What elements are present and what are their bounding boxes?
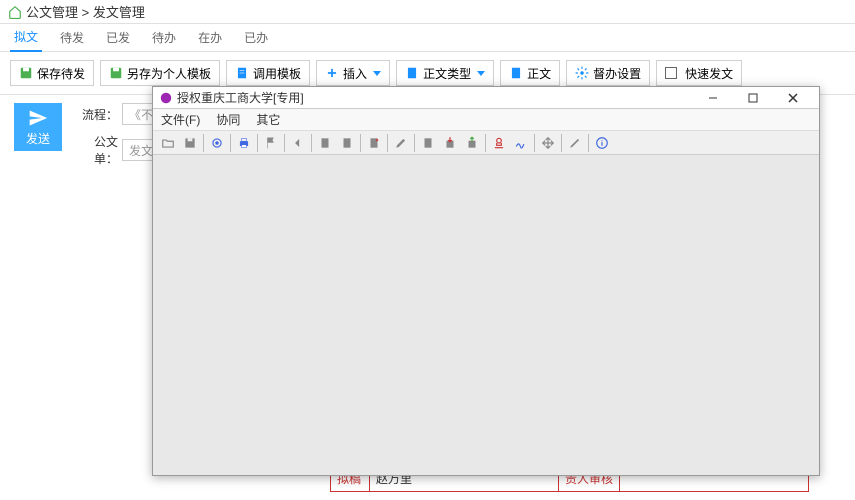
save-icon <box>109 66 123 80</box>
document-icon <box>235 66 249 80</box>
print-icon[interactable] <box>234 133 254 153</box>
open-icon[interactable] <box>158 133 178 153</box>
supervise-button[interactable]: 督办设置 <box>566 60 650 86</box>
home-icon <box>8 5 22 19</box>
minimize-button[interactable] <box>693 88 733 108</box>
breadcrumb: 公文管理 > 发文管理 <box>26 2 145 21</box>
doc2-icon[interactable] <box>337 133 357 153</box>
process-label: 流程： <box>74 106 122 123</box>
modal-title: 授权重庆工商大学[专用] <box>177 89 693 106</box>
menu-file[interactable]: 文件(F) <box>161 111 200 128</box>
flag-icon[interactable] <box>261 133 281 153</box>
sign-icon[interactable] <box>511 133 531 153</box>
plus-icon <box>325 66 339 80</box>
tab-done[interactable]: 已办 <box>240 23 272 51</box>
body-button[interactable]: 正文 <box>500 60 560 86</box>
chevron-down-icon <box>477 71 485 76</box>
send-icon <box>28 108 48 128</box>
menu-coord[interactable]: 协同 <box>216 111 240 128</box>
insert-button[interactable]: 插入 <box>316 60 390 86</box>
editor-canvas[interactable] <box>153 155 819 475</box>
docflag-icon[interactable] <box>364 133 384 153</box>
doc1-icon[interactable] <box>315 133 335 153</box>
save-as-template-button[interactable]: 另存为个人模板 <box>100 60 220 86</box>
body-type-button[interactable]: 正文类型 <box>396 60 494 86</box>
tab-draft[interactable]: 拟文 <box>10 22 42 52</box>
save-pending-button[interactable]: 保存待发 <box>10 60 94 86</box>
move-icon[interactable] <box>538 133 558 153</box>
save-icon[interactable] <box>180 133 200 153</box>
tabs-bar: 拟文 待发 已发 待办 在办 已办 <box>0 24 855 52</box>
target-icon[interactable] <box>207 133 227 153</box>
docin-icon[interactable] <box>440 133 460 153</box>
chevron-down-icon <box>373 71 381 76</box>
back-icon[interactable] <box>288 133 308 153</box>
pen-icon[interactable] <box>565 133 585 153</box>
gear-icon <box>575 66 589 80</box>
close-button[interactable] <box>773 88 813 108</box>
send-button[interactable]: 发送 <box>14 103 62 151</box>
tab-todo[interactable]: 待办 <box>148 23 180 51</box>
app-icon <box>159 91 173 105</box>
save-icon <box>19 66 33 80</box>
docup-icon[interactable] <box>418 133 438 153</box>
quick-send-button[interactable]: 快速发文 <box>656 60 742 86</box>
doc-label: 公文单： <box>74 133 122 167</box>
stamp-icon[interactable] <box>489 133 509 153</box>
editor-modal: 授权重庆工商大学[专用] 文件(F) 协同 其它 <box>152 86 820 476</box>
tab-pending-send[interactable]: 待发 <box>56 23 88 51</box>
docout-icon[interactable] <box>462 133 482 153</box>
checkbox-icon <box>665 67 677 79</box>
edit-icon[interactable] <box>391 133 411 153</box>
menu-other[interactable]: 其它 <box>256 111 280 128</box>
tab-sent[interactable]: 已发 <box>102 23 134 51</box>
info-icon[interactable] <box>592 133 612 153</box>
call-template-button[interactable]: 调用模板 <box>226 60 310 86</box>
tab-in-progress[interactable]: 在办 <box>194 23 226 51</box>
maximize-button[interactable] <box>733 88 773 108</box>
document-icon <box>405 66 419 80</box>
document-icon <box>509 66 523 80</box>
